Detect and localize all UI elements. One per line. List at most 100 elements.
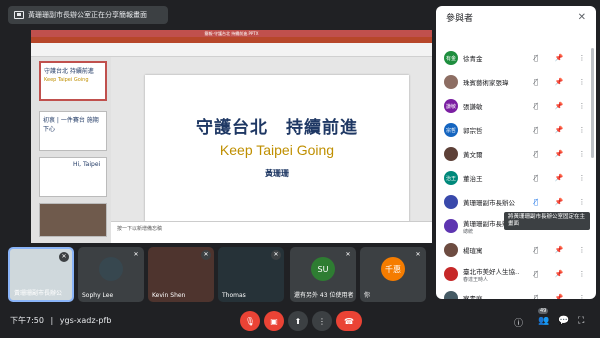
- more-vert-icon[interactable]: ⋮: [576, 78, 588, 86]
- avatar: [444, 291, 458, 299]
- mic-off-icon[interactable]: 🎙̸: [530, 270, 542, 278]
- end-call-icon[interactable]: ☎: [336, 311, 362, 331]
- participant-row[interactable]: 謙敏 張謙敏 🎙̸ 📌 ⋮: [436, 94, 596, 118]
- participant-name-text: 楊瑄寓: [463, 247, 483, 255]
- ppt-body: 守護台北 持續前進 Keep Taipei Going 初衷 | 一件賽台 施期…: [31, 57, 432, 243]
- participant-name: 張謙敏: [463, 101, 519, 111]
- more-icon[interactable]: ⋮: [312, 311, 332, 331]
- more-vert-icon[interactable]: ⋮: [576, 150, 588, 158]
- slide-presenter: 黃珊珊: [265, 169, 289, 178]
- tile-label: 還有另外 43 位使用者: [294, 292, 354, 299]
- pin-icon[interactable]: 📌: [553, 102, 565, 110]
- participant-row[interactable]: 黃文爾 🎙̸ 📌 ⋮: [436, 142, 596, 166]
- more-vert-icon[interactable]: ⋮: [576, 54, 588, 62]
- slide-thumb-4: [39, 203, 107, 237]
- mic-off-icon[interactable]: 🎙̸: [530, 102, 542, 110]
- people-icon[interactable]: 👥: [538, 316, 549, 326]
- participant-name-text: 察素庭: [463, 295, 483, 299]
- meeting-time: 下午7:50: [10, 316, 44, 325]
- participant-tile[interactable]: ✕ 黃珊珊副市長辦公: [8, 247, 74, 302]
- current-slide: 守護台北 持續前進 Keep Taipei Going 黃珊珊: [145, 75, 409, 223]
- mic-off-icon[interactable]: 🎙̸: [530, 78, 542, 86]
- participant-row[interactable]: 治王 董治王 🎙̸ 📌 ⋮: [436, 166, 596, 190]
- participant-row[interactable]: 察素庭 🎙̸ 📌 ⋮: [436, 286, 596, 299]
- participant-tile[interactable]: 千惠 ✕ 你: [360, 247, 426, 302]
- participant-name: 郭宗哲: [463, 125, 519, 135]
- avatar: [444, 75, 458, 89]
- participant-tile[interactable]: ✕ Kevin Shen: [148, 247, 214, 302]
- slide-title: 守護台北 持續前進: [196, 118, 358, 138]
- mic-off-icon[interactable]: 🎙̸: [530, 246, 542, 254]
- mic-off-icon[interactable]: 🎙̸: [530, 294, 542, 299]
- participant-name: 臺北市美好人生協… 春達王時人: [463, 266, 519, 283]
- pin-icon[interactable]: 📌: [553, 198, 565, 206]
- tile-label: 黃珊珊副市長辦公: [14, 290, 63, 297]
- tile-mute-icon: ✕: [271, 250, 281, 260]
- pin-tooltip: 將黃珊珊副市長辦公室固定在主畫面: [504, 212, 590, 230]
- pin-icon[interactable]: 📌: [553, 126, 565, 134]
- tile-label: Sophy Lee: [82, 292, 114, 299]
- tile-avatar: [99, 257, 123, 281]
- mic-off-icon[interactable]: 🎙̸: [530, 126, 542, 134]
- tile-mute-icon: ✕: [59, 252, 69, 262]
- camera-off-icon[interactable]: ▣: [264, 311, 284, 331]
- pin-icon[interactable]: 📌: [553, 294, 565, 299]
- panel-scrollbar[interactable]: [591, 48, 594, 158]
- participant-name-text: 黃文爾: [463, 151, 483, 159]
- thumb-1-sub: Keep Taipei Going: [44, 77, 89, 83]
- pin-icon[interactable]: 📌: [553, 246, 565, 254]
- more-vert-icon[interactable]: ⋮: [576, 198, 588, 206]
- avatar: 謙敏: [444, 99, 458, 113]
- participant-row[interactable]: 珠賓藝術家張瑋 🎙̸ 📌 ⋮: [436, 70, 596, 94]
- panel-header: 參與者 ✕: [436, 6, 596, 28]
- participant-row[interactable]: 黃珊珊副市長辦公 🎙̸ 📌 ⋮: [436, 190, 596, 214]
- participant-tile[interactable]: ✕ Thomas: [218, 247, 284, 302]
- close-icon[interactable]: ✕: [578, 12, 586, 23]
- slide-subtitle: Keep Taipei Going: [219, 142, 335, 158]
- participant-name: 黃珊珊副市長辦公: [463, 197, 519, 207]
- info-icon[interactable]: ⓘ: [514, 316, 523, 329]
- pin-icon[interactable]: 📌: [553, 174, 565, 182]
- pin-icon[interactable]: 📌: [553, 150, 565, 158]
- presenting-banner: 黃珊珊副市長辦公室正在分享簡報畫面: [8, 6, 168, 24]
- slide-thumb-3: Hi, Taipei: [39, 157, 107, 197]
- avatar: [444, 243, 458, 257]
- mic-off-icon[interactable]: 🎙: [240, 311, 260, 331]
- participant-tile[interactable]: ✕ Sophy Lee: [78, 247, 144, 302]
- participant-row[interactable]: 宗哲 郭宗哲 🎙̸ 📌 ⋮: [436, 118, 596, 142]
- thumb-2-title: 初衷 | 一件賽台 施期下心: [43, 117, 99, 133]
- participant-row[interactable]: 臺北市美好人生協… 春達王時人 🎙̸ 📌 ⋮: [436, 262, 596, 286]
- meeting-code: ygs-xadz-pfb: [59, 316, 112, 325]
- participant-tile[interactable]: SU ✕ 還有另外 43 位使用者: [290, 247, 356, 302]
- participant-name-text: 郭宗哲: [463, 127, 483, 135]
- tile-avatar: 千惠: [381, 257, 405, 281]
- chat-icon[interactable]: 💬: [558, 316, 569, 326]
- pin-icon[interactable]: 📌: [553, 270, 565, 278]
- participant-row[interactable]: 楊瑄寓 🎙̸ 📌 ⋮: [436, 238, 596, 262]
- mic-off-icon[interactable]: 🎙̸: [530, 174, 542, 182]
- activities-icon[interactable]: ⛶: [578, 316, 584, 326]
- pin-icon[interactable]: 📌: [553, 78, 565, 86]
- tile-label: Thomas: [222, 292, 246, 299]
- tile-mute-icon: ✕: [201, 250, 211, 260]
- participant-name-text: 黃珊珊副市長辦公: [463, 199, 515, 207]
- mic-off-icon[interactable]: 🎙̸: [530, 150, 542, 158]
- more-vert-icon[interactable]: ⋮: [576, 270, 588, 278]
- pin-icon[interactable]: 📌: [553, 54, 565, 62]
- thumb-3-title: Hi, Taipei: [73, 161, 101, 168]
- participant-name-text: 臺北市美好人生協…: [463, 267, 519, 276]
- mic-off-icon[interactable]: 🎙̸: [530, 54, 542, 62]
- more-vert-icon[interactable]: ⋮: [576, 174, 588, 182]
- more-vert-icon[interactable]: ⋮: [576, 294, 588, 299]
- more-vert-icon[interactable]: ⋮: [576, 246, 588, 254]
- tile-mute-icon: ✕: [131, 250, 141, 260]
- participant-sub: 春達王時人: [463, 276, 489, 283]
- present-screen-icon: [14, 11, 24, 19]
- avatar: [444, 195, 458, 209]
- avatar: [444, 147, 458, 161]
- more-vert-icon[interactable]: ⋮: [576, 126, 588, 134]
- present-icon[interactable]: ⬆: [288, 311, 308, 331]
- more-vert-icon[interactable]: ⋮: [576, 102, 588, 110]
- participant-row[interactable]: 有金 徐青金 🎙̸ 📌 ⋮: [436, 46, 596, 70]
- mic-off-icon[interactable]: 🎙̸: [530, 198, 542, 206]
